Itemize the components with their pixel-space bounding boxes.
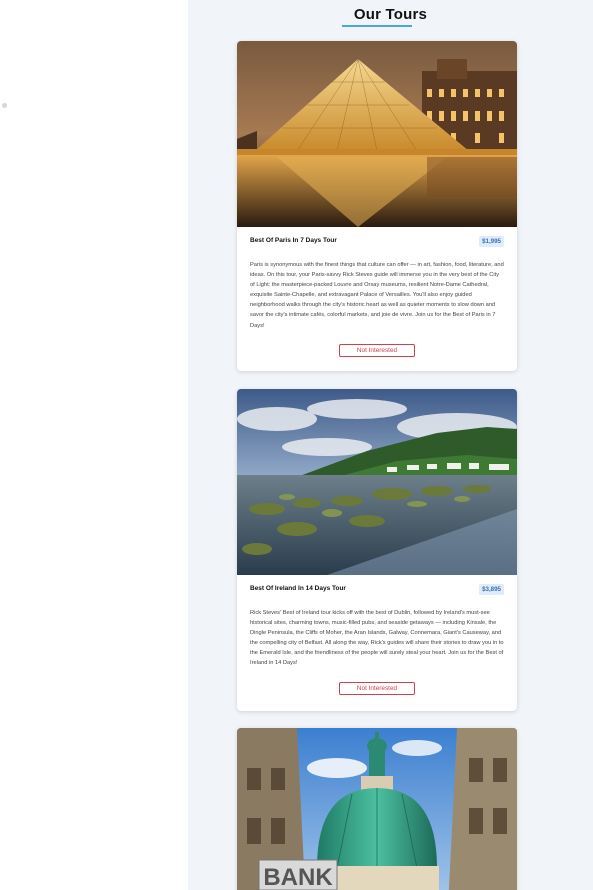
page-title: Our Tours [353, 6, 428, 23]
title-underline [342, 25, 412, 27]
tour-info: Best Of Ireland In 14 Days Tour $3,895 [250, 581, 504, 601]
tour-title: Best Of Ireland In 14 Days Tour [250, 585, 346, 592]
tour-card-paris: Best Of Paris In 7 Days Tour $1,995 Pari… [237, 41, 517, 371]
tour-image-paris [237, 41, 517, 227]
tour-card-ireland: Best Of Ireland In 14 Days Tour $3,895 R… [237, 389, 517, 711]
tour-description: Rick Steves' Best of Ireland tour kicks … [250, 610, 504, 667]
bank-sign-text: BANK [263, 864, 333, 890]
not-interested-button[interactable]: Not Interested [339, 343, 415, 357]
tour-price: $1,995 [479, 236, 504, 247]
loading-dot [2, 103, 7, 108]
tour-card-vienna: BANK [237, 728, 517, 890]
not-interested-button[interactable]: Not Interested [339, 681, 415, 695]
tours-section: Our Tours Best Of Paris In 7 Days Tour $… [188, 0, 593, 890]
tour-description: Paris is synonymous with the finest thin… [250, 262, 504, 329]
tour-image-ireland [237, 389, 517, 575]
tour-image-vienna: BANK [237, 728, 517, 890]
tour-price: $3,895 [479, 584, 504, 595]
tour-info: Best Of Paris In 7 Days Tour $1,995 [250, 233, 504, 253]
left-pane [0, 0, 188, 890]
tour-title: Best Of Paris In 7 Days Tour [250, 237, 337, 244]
